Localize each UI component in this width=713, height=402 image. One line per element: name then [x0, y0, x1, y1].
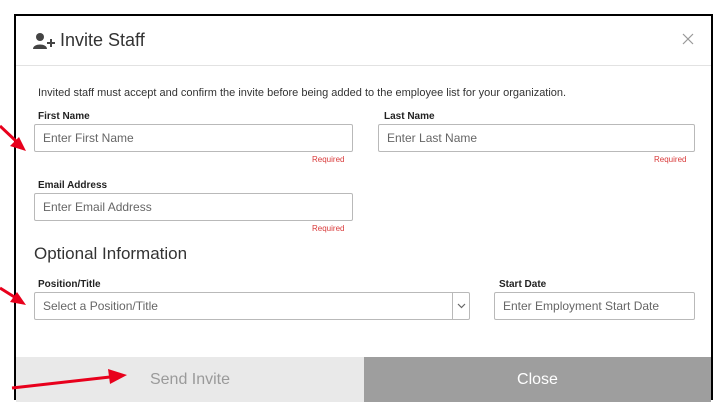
dialog-title-wrap: Invite Staff — [32, 30, 145, 51]
email-required: Required — [312, 224, 345, 233]
first-name-required: Required — [312, 155, 345, 164]
last-name-label: Last Name — [384, 111, 435, 122]
start-date-label: Start Date — [499, 279, 547, 290]
email-input[interactable]: Enter Email Address — [34, 193, 353, 221]
dialog-title: Invite Staff — [60, 30, 145, 50]
position-select-value: Select a Position/Title — [43, 299, 158, 313]
invite-staff-dialog: Invite Staff Invited staff must accept a… — [14, 14, 713, 402]
screenshot-frame: Invite Staff Invited staff must accept a… — [0, 0, 713, 402]
add-user-icon — [33, 32, 55, 49]
dialog-header: Invite Staff — [16, 16, 711, 66]
start-date-input[interactable]: Enter Employment Start Date — [494, 292, 695, 320]
close-icon[interactable] — [679, 30, 697, 48]
position-label: Position/Title — [38, 279, 101, 290]
position-select[interactable]: Select a Position/Title — [34, 292, 470, 320]
send-invite-button[interactable]: Send Invite — [16, 357, 364, 402]
first-name-label: First Name — [38, 111, 90, 122]
chevron-down-icon[interactable] — [452, 293, 469, 319]
email-label: Email Address — [38, 180, 108, 191]
first-name-input[interactable]: Enter First Name — [34, 124, 353, 152]
dialog-footer: Send Invite Close — [16, 357, 711, 402]
last-name-input[interactable]: Enter Last Name — [378, 124, 695, 152]
optional-information-heading: Optional Information — [34, 244, 188, 263]
close-button[interactable]: Close — [364, 357, 711, 402]
last-name-required: Required — [654, 155, 687, 164]
intro-text: Invited staff must accept and confirm th… — [38, 87, 567, 99]
